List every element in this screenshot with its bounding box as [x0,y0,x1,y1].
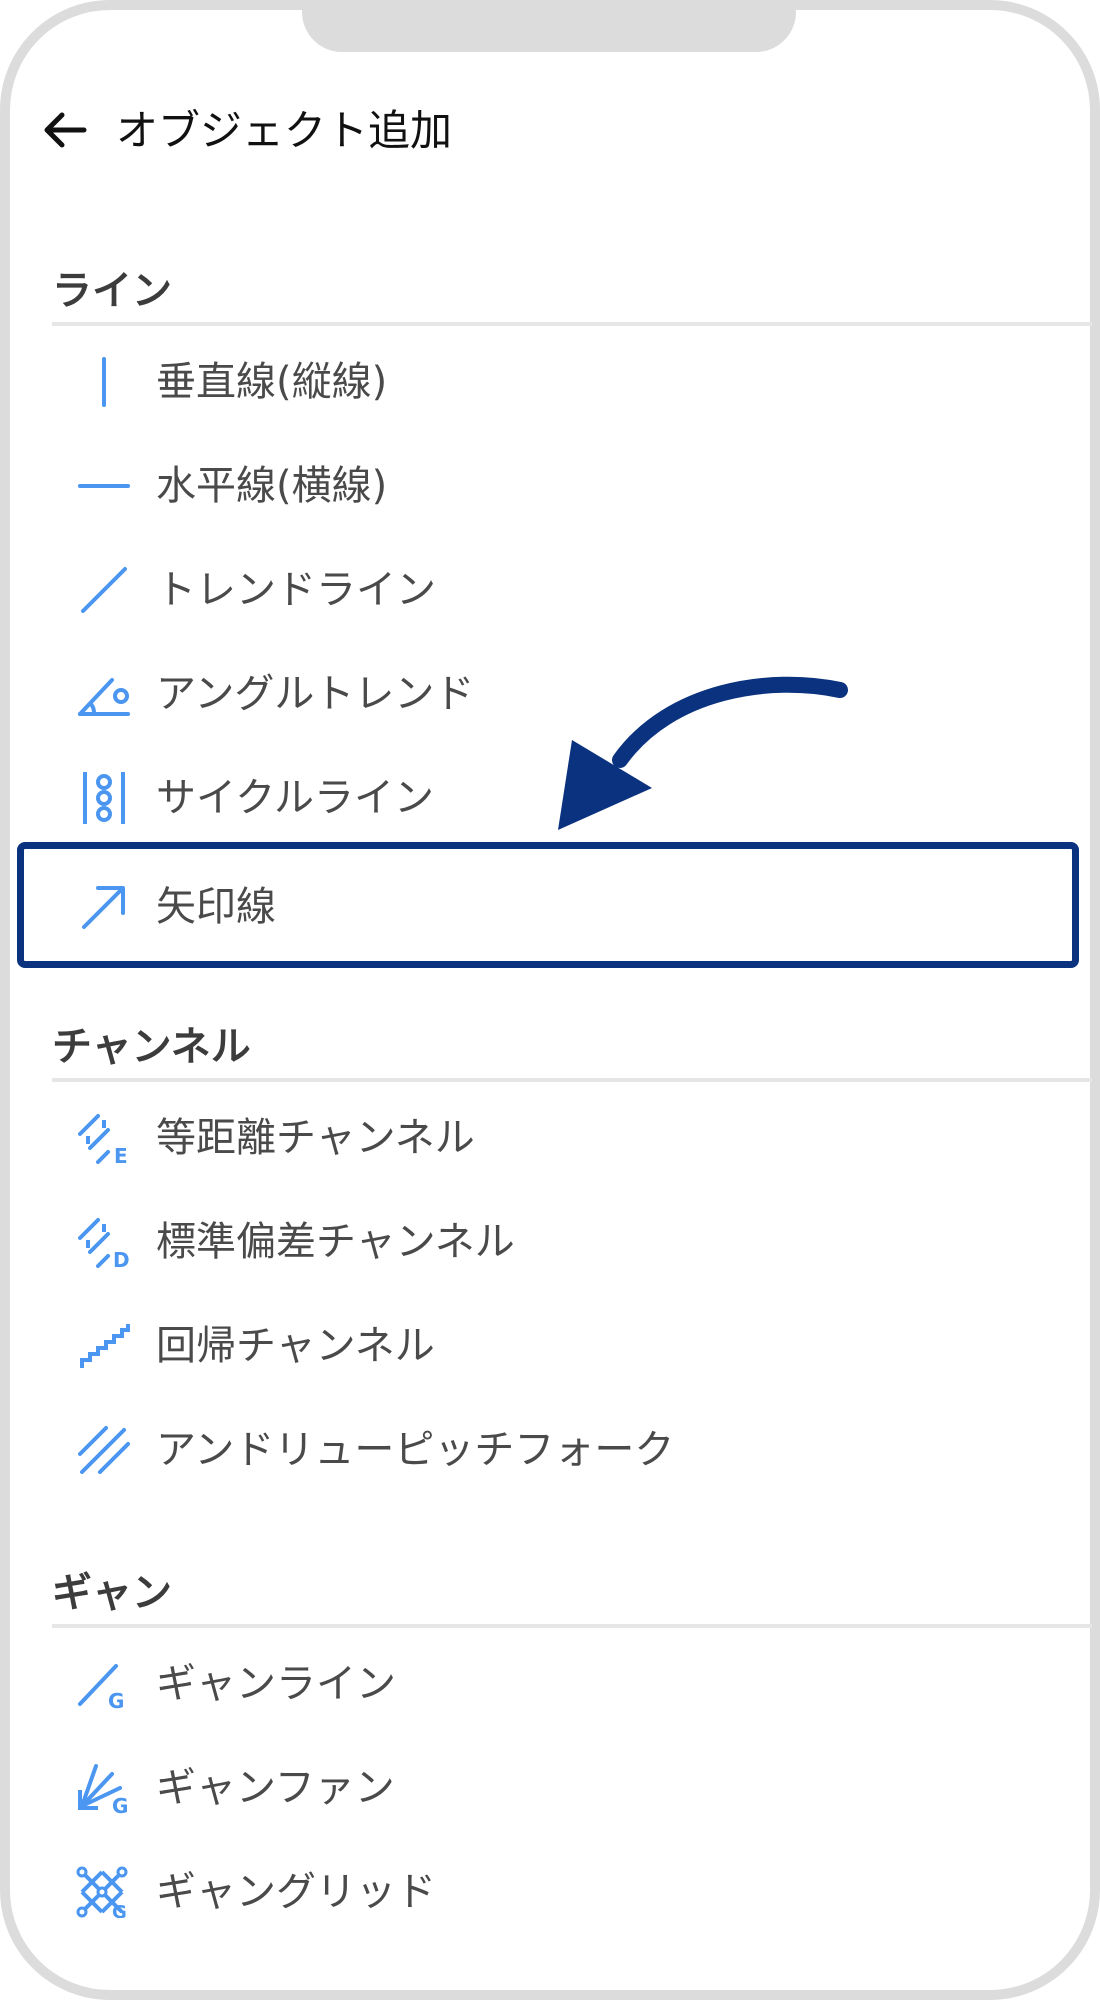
menu-item-horizontal-line[interactable]: 水平線(横線) [52,434,1082,538]
menu-item-label: サイクルライン [156,775,434,821]
gann-line-icon: G [78,1664,124,1710]
menu-item-label: アングルトレンド [156,671,475,717]
phone-notch [302,0,796,52]
angle-trend-icon [78,678,130,716]
svg-text:G: G [112,1794,128,1814]
vertical-line-icon [102,357,106,407]
menu-item-vertical-line[interactable]: 垂直線(縦線) [52,330,1082,434]
svg-text:E: E [114,1144,128,1164]
header: オブジェクト追加 [40,100,1040,160]
menu-item-label: トレンドライン [156,567,436,613]
menu-item-label: 垂直線(縦線) [156,359,388,405]
menu-item-label: 等距離チャンネル [156,1115,475,1161]
page-title: オブジェクト追加 [116,106,453,155]
menu-item-label: 水平線(横線) [156,463,388,509]
menu-item-equidistant-channel[interactable]: E 等距離チャンネル [52,1086,1082,1190]
section-divider [52,322,1092,326]
menu-item-label: 矢印線 [156,884,276,930]
curved-arrow-icon [558,676,848,830]
back-button[interactable] [40,105,90,155]
trend-line-icon [81,567,127,613]
section-divider [52,1078,1092,1082]
cycle-line-icon [83,772,125,824]
menu-item-label: アンドリューピッチフォーク [156,1427,675,1473]
menu-item-stddev-channel[interactable]: D 標準偏差チャンネル [52,1190,1082,1294]
menu-item-gann-grid[interactable]: G ギャングリッド [52,1840,1082,1944]
arrow-left-icon [44,112,87,148]
section-title-gann: ギャン [52,1570,172,1616]
menu-item-andrews-pitchfork[interactable]: アンドリューピッチフォーク [52,1398,1082,1502]
andrews-pitchfork-icon [78,1426,130,1474]
svg-text:D: D [113,1248,130,1268]
menu-item-label: 標準偏差チャンネル [156,1219,515,1265]
horizontal-line-icon [78,484,130,488]
stddev-channel-icon: D [78,1218,130,1268]
menu-item-label: ギャンファン [156,1765,395,1811]
regression-channel-icon [80,1324,130,1368]
menu-item-label: 回帰チャンネル [156,1323,435,1369]
menu-item-label: ギャングリッド [156,1869,436,1915]
gann-grid-icon: G [76,1866,128,1918]
gann-fan-icon: G [78,1764,128,1814]
menu-item-trend-line[interactable]: トレンドライン [52,538,1082,642]
svg-text:G: G [112,1902,127,1918]
menu-item-gann-fan[interactable]: G ギャンファン [52,1736,1082,1840]
menu-item-arrow-line[interactable]: 矢印線 [52,855,1082,959]
section-title-channel: チャンネル [52,1024,251,1070]
svg-text:G: G [108,1689,124,1710]
equidistant-channel-icon: E [78,1114,128,1164]
menu-item-gann-line[interactable]: G ギャンライン [52,1632,1082,1736]
menu-item-label: ギャンライン [156,1661,396,1707]
section-title-line: ライン [52,268,172,314]
menu-item-regression-channel[interactable]: 回帰チャンネル [52,1294,1082,1398]
section-divider [52,1624,1092,1628]
arrow-line-icon [82,886,125,929]
